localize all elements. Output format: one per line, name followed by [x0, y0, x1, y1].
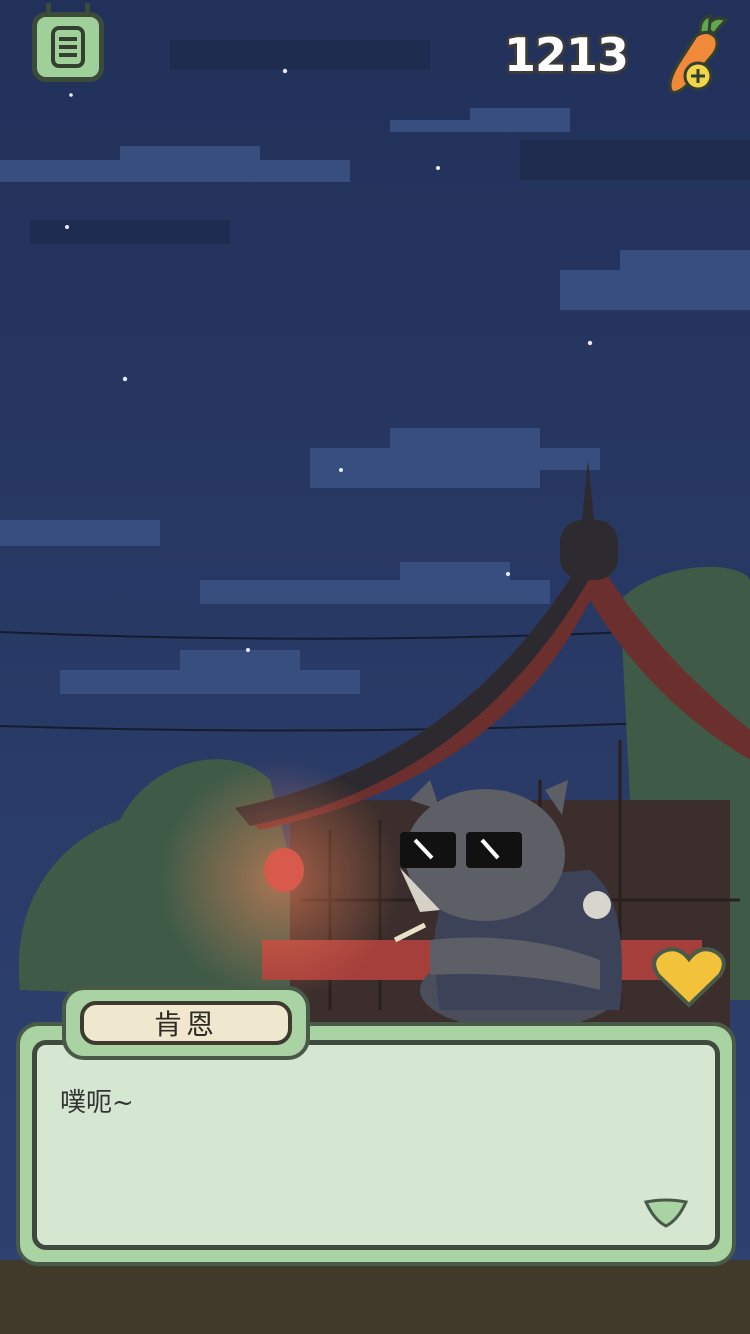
- scroll-menu-icon: [51, 26, 85, 68]
- carrot-plus-icon: [668, 14, 729, 94]
- ground: [0, 1260, 750, 1334]
- add-carrots-button[interactable]: [660, 14, 736, 98]
- speaker-name: 肯恩: [80, 1001, 292, 1045]
- affection-heart-button[interactable]: [650, 945, 728, 1009]
- dialog-inner-panel: [32, 1040, 720, 1250]
- menu-button[interactable]: [32, 3, 104, 82]
- next-arrow-icon: [643, 1198, 689, 1228]
- carrot-count: 1213: [503, 28, 629, 82]
- speaker-name-tab: 肯恩: [62, 986, 310, 1060]
- dialog-next-button[interactable]: [642, 1196, 690, 1230]
- heart-icon: [652, 947, 726, 1008]
- dialog-text: 噗呃~: [60, 1088, 134, 1118]
- red-lantern: [264, 848, 304, 892]
